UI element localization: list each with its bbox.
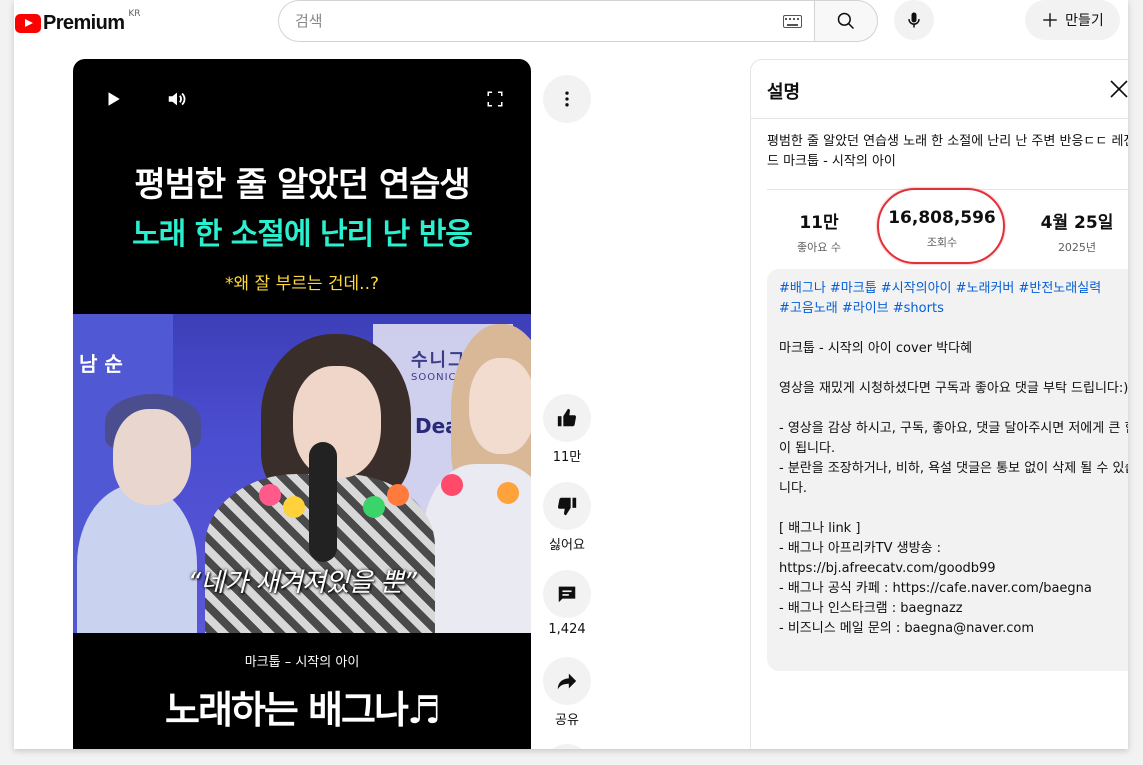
- cafe-link[interactable]: - 배그나 공식 카페 : https://cafe.naver.com/bae…: [779, 579, 1128, 599]
- date-year: 2025년: [1057, 241, 1097, 254]
- comment-count: 1,424: [548, 622, 586, 637]
- figure-right-head: [469, 358, 531, 454]
- fullscreen-icon: [487, 91, 503, 107]
- flower-lei: [259, 484, 281, 506]
- youtube-page: Premium KR 만들기 평범한 줄 알았던 연습생 노래 한 소절에 난리…: [14, 0, 1128, 749]
- panel-title: 설명: [767, 82, 801, 103]
- comment-rule-2: - 분란을 조장하거나, 비하, 욕설 댓글은 통보 없이 삭제 될 수 있습니…: [779, 461, 1128, 496]
- plus-icon: [1043, 13, 1057, 27]
- video-title: 평범한 줄 알았던 연습생 노래 한 소절에 난리 난 주변 반응ㄷㄷ 레전드 …: [767, 134, 1128, 169]
- singer-head: [293, 366, 381, 478]
- description-panel: 설명 평범한 줄 알았던 연습생 노래 한 소절에 난리 난 주변 반응ㄷㄷ 레…: [750, 59, 1128, 749]
- thumbs-down-icon: [557, 497, 577, 516]
- shorts-video-player[interactable]: 평범한 줄 알았던 연습생 노래 한 소절에 난리 난 반응 *왜 잘 부르는 …: [73, 59, 531, 749]
- like-count: 11만: [552, 450, 582, 465]
- youtube-premium-logo[interactable]: Premium KR: [15, 9, 141, 36]
- hashtag-link[interactable]: #고음노래 #라이브 #shorts: [779, 301, 944, 316]
- microphone-prop: [309, 442, 337, 562]
- scene-sign-left: 남 순: [79, 352, 123, 376]
- create-button[interactable]: 만들기: [1025, 0, 1120, 40]
- share-label: 공유: [555, 713, 579, 728]
- likes-stat: 11만 좋아요 수: [759, 208, 879, 255]
- microphone-icon: [908, 12, 920, 28]
- afreeca-label: - 배그나 아프리카TV 생방송 :: [779, 541, 942, 556]
- voice-search-button[interactable]: [894, 0, 934, 40]
- instagram-link: - 배그나 인스타크램 : baegnazz: [779, 601, 963, 616]
- search-icon: [837, 12, 855, 30]
- comment-action: 1,424: [543, 570, 591, 637]
- comment-rule-1: - 영상을 감상 하시고, 구독, 좋아요, 댓글 달아주시면 저에게 큰 힘이…: [779, 421, 1128, 456]
- panel-header: 설명: [751, 60, 1128, 119]
- flower-lei: [363, 496, 385, 518]
- hashtag-link[interactable]: #배그나 #마크툽 #시작의아이 #노래커버 #반전노래실력: [779, 281, 1101, 296]
- channel-title-overlay: 노래하는 배그나♬: [164, 688, 441, 732]
- play-button[interactable]: [101, 87, 125, 111]
- youtube-play-logo-icon: [15, 13, 41, 33]
- flower-lei: [497, 482, 519, 504]
- date-value: 4월 25일: [1040, 213, 1114, 233]
- afreeca-url[interactable]: https://bj.afreecatv.com/goodb99: [779, 559, 1128, 579]
- share-button[interactable]: [543, 657, 591, 705]
- logo-text: Premium: [43, 11, 125, 34]
- overlay-title-line1: 평범한 줄 알았던 연습생: [134, 165, 470, 205]
- comment-button[interactable]: [543, 570, 591, 618]
- comment-icon: [558, 586, 576, 603]
- search-input[interactable]: [279, 11, 783, 31]
- more-vertical-icon: [565, 91, 569, 107]
- video-frame-scene: 남 순 수니그 SOONICO Dea MAT “네가 새겨져있을 뿐”: [73, 314, 531, 633]
- like-button[interactable]: [543, 394, 591, 442]
- date-stat: 4월 25일 2025년: [1017, 208, 1128, 255]
- subscribe-request: 영상을 재밌게 시청하셨다면 구독과 좋아요 댓글 부탁 드립니다:): [779, 381, 1128, 396]
- close-icon: [1110, 80, 1128, 98]
- figure-left-head: [113, 409, 191, 505]
- play-icon: [108, 92, 120, 106]
- more-options-button[interactable]: [543, 75, 591, 123]
- search-button[interactable]: [814, 0, 878, 42]
- close-panel-button[interactable]: [1107, 77, 1128, 101]
- dislike-action: 싫어요: [543, 482, 591, 553]
- figure-left-body: [77, 484, 197, 633]
- dislike-button[interactable]: [543, 482, 591, 530]
- flower-lei: [387, 484, 409, 506]
- flower-lei: [283, 496, 305, 518]
- views-highlight-circle: [877, 188, 1005, 264]
- business-email: - 비즈니스 메일 문의 : baegna@naver.com: [779, 621, 1035, 636]
- dislike-label: 싫어요: [549, 538, 585, 553]
- description-body: #배그나 #마크툽 #시작의아이 #노래커버 #반전노래실력 #고음노래 #라이…: [767, 269, 1128, 671]
- remix-action: [543, 744, 591, 749]
- search-bar: [278, 0, 814, 42]
- keyboard-icon[interactable]: [783, 14, 802, 28]
- flower-lei: [441, 474, 463, 496]
- cover-credit: 마크툽 - 시작의 아이 cover 박다혜: [779, 341, 973, 356]
- overlay-caption: *왜 잘 부르는 건데..?: [224, 274, 380, 294]
- share-icon: [557, 673, 577, 690]
- likes-value: 11만: [799, 213, 839, 233]
- video-subtitle: “네가 새겨져있을 뿐”: [187, 568, 417, 598]
- links-header: [ 배그나 link ]: [779, 521, 861, 536]
- likes-label: 좋아요 수: [797, 241, 841, 254]
- thumbs-up-icon: [557, 408, 577, 427]
- fullscreen-button[interactable]: [483, 87, 507, 111]
- create-label: 만들기: [1065, 13, 1104, 29]
- share-action: 공유: [543, 657, 591, 728]
- remix-button[interactable]: [543, 744, 591, 749]
- song-credit: 마크툽 – 시작의 아이: [244, 655, 360, 670]
- volume-icon: [168, 92, 186, 106]
- overlay-title-line2: 노래 한 소절에 난리 난 반응: [132, 217, 473, 252]
- like-action: 11만: [543, 394, 591, 465]
- volume-button[interactable]: [165, 87, 189, 111]
- logo-country-code: KR: [128, 9, 141, 19]
